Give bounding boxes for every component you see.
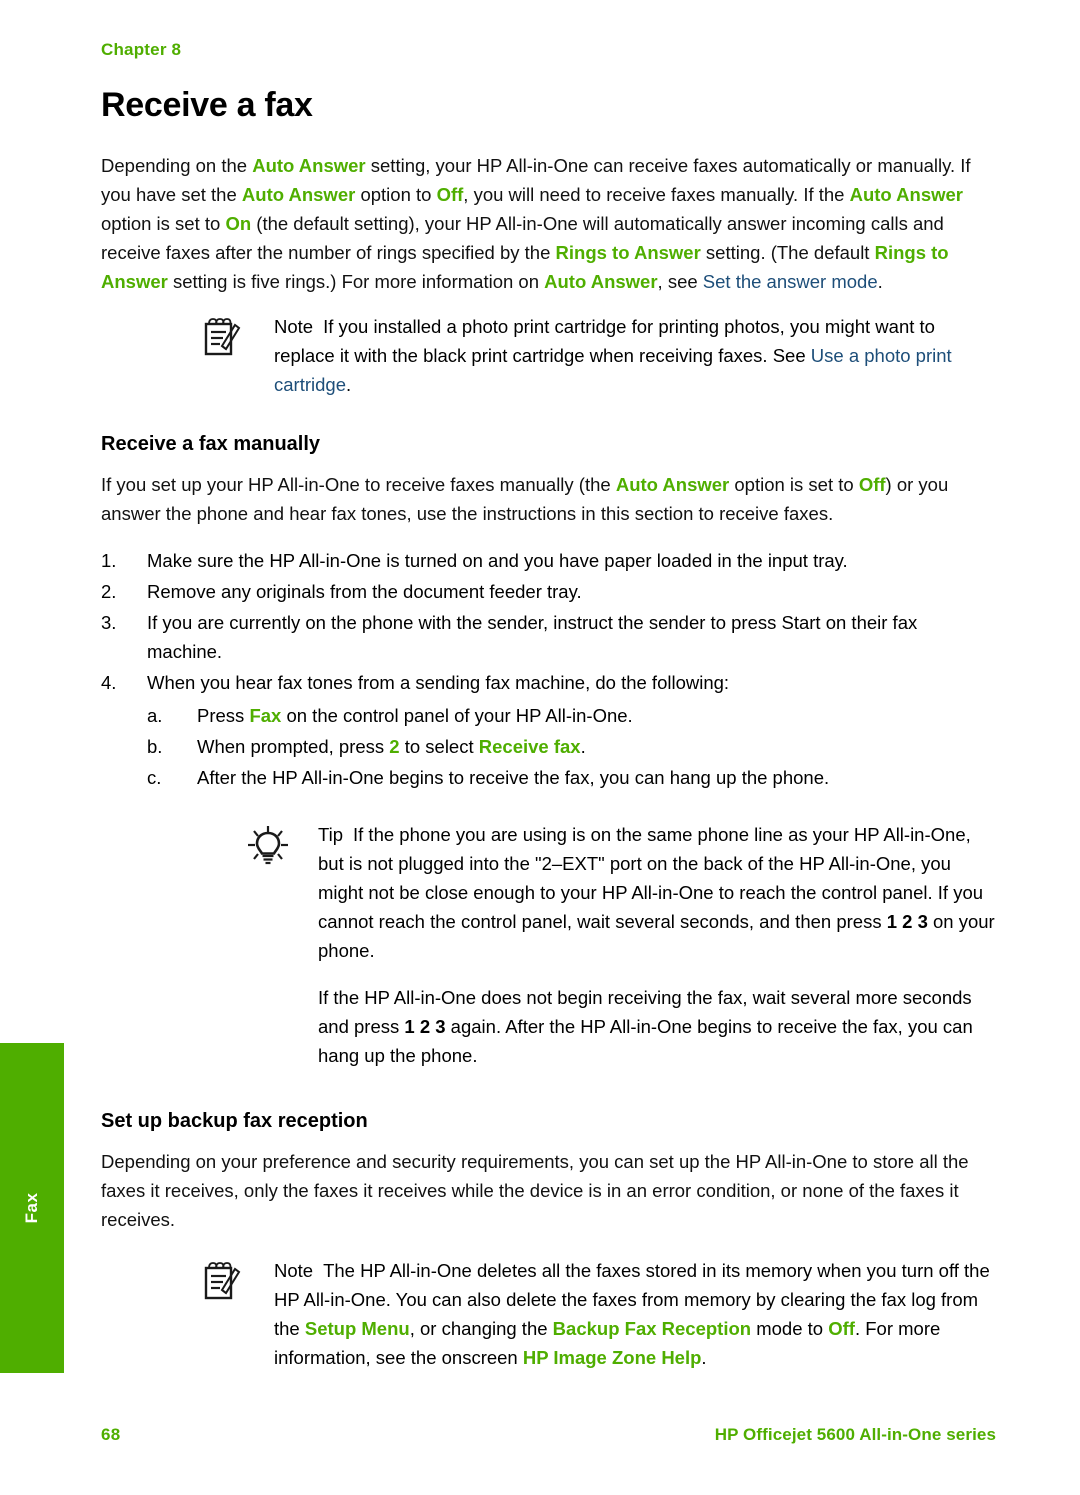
intro-term-auto-answer-2: Auto Answer xyxy=(241,184,356,205)
tip-text-cell: Tip If the phone you are using is on the … xyxy=(318,820,996,1070)
tip-callout: Tip If the phone you are using is on the … xyxy=(246,820,996,1070)
list-item: When prompted, press 2 to select Receive… xyxy=(147,732,996,761)
substep-b-term-2: 2 xyxy=(389,736,400,757)
tip-text-1: If the phone you are using is on the sam… xyxy=(318,824,984,932)
list-item: Remove any originals from the document f… xyxy=(101,577,996,606)
tip-keyword: Tip xyxy=(318,824,344,845)
link-set-the-answer-mode[interactable]: Set the answer mode xyxy=(703,271,878,292)
manual-substeps-list: Press Fax on the control panel of your H… xyxy=(147,701,996,792)
tip-paragraph-1: Tip If the phone you are using is on the … xyxy=(318,820,996,965)
substep-b-text-3: . xyxy=(580,736,586,757)
intro-paragraph: Depending on the Auto Answer setting, yo… xyxy=(101,151,996,296)
note-2-term-hp-image-zone-help: HP Image Zone Help xyxy=(522,1347,702,1368)
intro-text-10: . xyxy=(877,271,883,292)
note-2-icon-cell xyxy=(202,1256,274,1304)
note-1-paragraph: Note If you installed a photo print cartr… xyxy=(274,312,996,399)
substep-a-term-fax: Fax xyxy=(249,705,282,726)
notepad-pencil-icon xyxy=(204,318,241,356)
substep-a-text-2: on the control panel of your HP All-in-O… xyxy=(281,705,633,726)
manual-term-off: Off xyxy=(858,474,886,495)
intro-term-on: On xyxy=(225,213,252,234)
step-1-text: Make sure the HP All-in-One is turned on… xyxy=(147,550,848,571)
manual-term-auto-answer: Auto Answer xyxy=(615,474,730,495)
note-2-text-cell: Note The HP All-in-One deletes all the fa… xyxy=(274,1256,996,1372)
substep-c-text: After the HP All-in-One begins to receiv… xyxy=(197,767,830,788)
intro-term-auto-answer-3: Auto Answer xyxy=(849,184,963,205)
footer-product-name: HP Officejet 5600 All-in-One series xyxy=(714,1425,996,1444)
side-tab-label: Fax xyxy=(22,1192,41,1224)
list-item: When you hear fax tones from a sending f… xyxy=(101,668,996,792)
note-callout-1: Note If you installed a photo print cartr… xyxy=(202,312,996,399)
note-2-term-setup-menu: Setup Menu xyxy=(304,1318,410,1339)
note-callout-2: Note The HP All-in-One deletes all the fa… xyxy=(202,1256,996,1372)
manual-text-1: If you set up your HP All-in-One to rece… xyxy=(101,474,616,495)
list-item: If you are currently on the phone with t… xyxy=(101,608,996,666)
note-2-text-2: , or changing the xyxy=(409,1318,553,1339)
intro-text-1: Depending on the xyxy=(101,155,253,176)
intro-text-9: , see xyxy=(657,271,703,292)
side-tab-fax: Fax xyxy=(0,1043,64,1373)
intro-term-off: Off xyxy=(436,184,464,205)
tip-keys-123-first: 1 2 3 xyxy=(886,911,928,932)
list-item: After the HP All-in-One begins to receiv… xyxy=(147,763,996,792)
intro-term-auto-answer-4: Auto Answer xyxy=(544,271,658,292)
note-2-keyword: Note xyxy=(274,1260,314,1281)
list-item: Make sure the HP All-in-One is turned on… xyxy=(101,546,996,575)
page-content: Receive a fax Depending on the Auto Answ… xyxy=(101,86,996,1390)
intro-text-7: setting. (The default xyxy=(700,242,875,263)
intro-text-4: , you will need to receive faxes manuall… xyxy=(463,184,850,205)
note-2-term-backup-fax-reception: Backup Fax Reception xyxy=(552,1318,752,1339)
intro-text-3: option to xyxy=(355,184,437,205)
manual-steps-list: Make sure the HP All-in-One is turned on… xyxy=(101,546,996,792)
note-1-keyword: Note xyxy=(274,316,314,337)
manual-paragraph: If you set up your HP All-in-One to rece… xyxy=(101,470,996,528)
intro-term-rings-to-answer-1: Rings to Answer xyxy=(555,242,701,263)
note-2-text-5: . xyxy=(701,1347,707,1368)
note-2-text-3: mode to xyxy=(751,1318,829,1339)
list-item: Press Fax on the control panel of your H… xyxy=(147,701,996,730)
backup-paragraph: Depending on your preference and securit… xyxy=(101,1151,969,1230)
document-page: Fax Chapter 8 Receive a fax Depending on… xyxy=(0,0,1080,1495)
tip-icon-cell xyxy=(246,820,318,868)
manual-text-2: option is set to xyxy=(729,474,859,495)
step-4-text: When you hear fax tones from a sending f… xyxy=(147,672,730,693)
note-1-text-2: . xyxy=(345,374,352,395)
substep-b-text-1: When prompted, press xyxy=(197,736,390,757)
lightbulb-icon xyxy=(248,826,288,865)
page-title: Receive a fax xyxy=(101,86,313,124)
heading-set-up-backup-fax-reception: Set up backup fax reception xyxy=(101,1110,368,1132)
tip-keys-123-second: 1 2 3 xyxy=(404,1016,446,1037)
substep-b-text-2: to select xyxy=(399,736,479,757)
chapter-header: Chapter 8 xyxy=(101,40,182,59)
step-3-text: If you are currently on the phone with t… xyxy=(147,612,918,662)
heading-receive-a-fax-manually: Receive a fax manually xyxy=(101,433,321,455)
intro-text-5: option is set to xyxy=(101,213,226,234)
intro-text-8: setting is five rings.) For more informa… xyxy=(167,271,545,292)
footer-page-number: 68 xyxy=(101,1425,121,1444)
tip-paragraph-2: If the HP All-in-One does not begin rece… xyxy=(318,983,996,1070)
note-2-term-off: Off xyxy=(828,1318,855,1339)
note-text-cell: Note If you installed a photo print cartr… xyxy=(274,312,996,399)
notepad-pencil-icon xyxy=(204,1262,241,1300)
substep-a-text-1: Press xyxy=(197,705,250,726)
step-2-text: Remove any originals from the document f… xyxy=(147,581,582,602)
note-2-paragraph: Note The HP All-in-One deletes all the fa… xyxy=(274,1256,996,1372)
page-footer: 68 HP Officejet 5600 All-in-One series xyxy=(101,1425,996,1445)
intro-term-auto-answer-1: Auto Answer xyxy=(252,155,366,176)
substep-b-term-receive-fax: Receive fax xyxy=(478,736,581,757)
note-icon-cell xyxy=(202,312,274,360)
